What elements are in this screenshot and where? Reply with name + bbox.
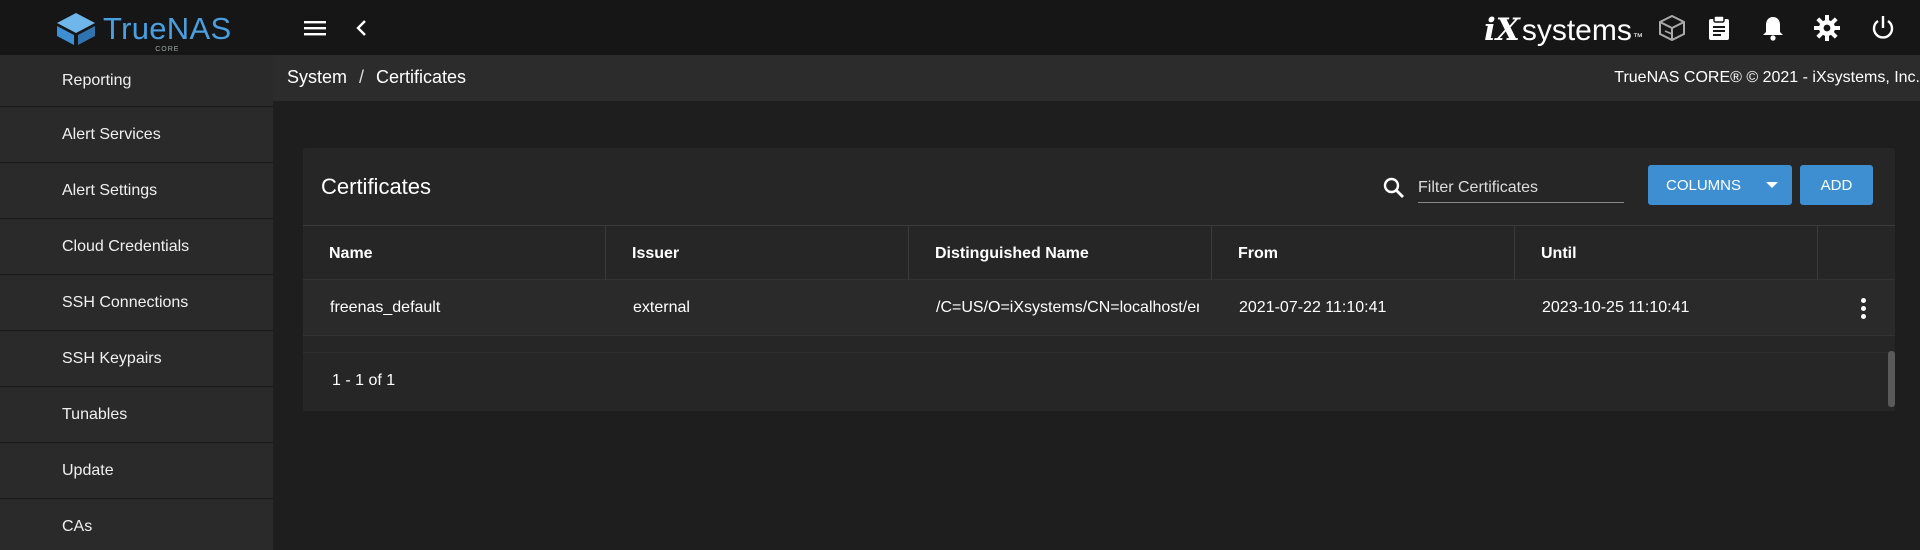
gear-icon xyxy=(1814,15,1840,41)
filter-certificates-field xyxy=(1418,176,1624,203)
sidebar-item-alert-settings[interactable]: Alert Settings xyxy=(0,163,273,219)
bell-icon xyxy=(1763,17,1783,41)
sidebar-item-label: SSH Connections xyxy=(62,293,189,311)
search-icon xyxy=(1382,176,1406,205)
cell-name: freenas_default xyxy=(330,299,441,316)
power-button[interactable] xyxy=(1868,13,1898,43)
column-header-until[interactable]: Until xyxy=(1515,226,1818,281)
sidebar-item-label: Alert Services xyxy=(62,125,161,143)
sidebar-item-ssh-connections[interactable]: SSH Connections xyxy=(0,275,273,331)
sidebar-item-ssh-keypairs[interactable]: SSH Keypairs xyxy=(0,331,273,387)
sidebar-item-cloud-credentials[interactable]: Cloud Credentials xyxy=(0,219,273,275)
pagination-range: 1 - 1 of 1 xyxy=(332,372,396,389)
certificates-card: Certificates COLUMNS ADD Name Issuer Dis… xyxy=(303,148,1895,411)
page-header: System / Certificates TrueNAS CORE® © 2021… xyxy=(273,55,1920,101)
cell-issuer: external xyxy=(633,299,690,316)
columns-button[interactable]: COLUMNS xyxy=(1648,165,1792,205)
truenas-logo[interactable]: TrueNAS CORE xyxy=(55,9,232,53)
filter-certificates-input[interactable] xyxy=(1418,179,1618,197)
settings-button[interactable] xyxy=(1812,13,1842,43)
sidebar-item-tunables[interactable]: Tunables xyxy=(0,387,273,443)
cell-distinguished-name: /C=US/O=iXsystems/CN=localhost/emailAddr… xyxy=(936,299,1199,316)
sidebar-item-cas[interactable]: CAs xyxy=(0,499,273,550)
column-header-distinguished-name[interactable]: Distinguished Name xyxy=(909,226,1212,281)
breadcrumb-system[interactable]: System xyxy=(287,67,347,87)
breadcrumb-current: Certificates xyxy=(376,67,467,87)
table-footer: 1 - 1 of 1 xyxy=(303,352,1895,411)
table-row[interactable]: freenas_default external /C=US/O=iXsyste… xyxy=(303,280,1895,336)
sidebar-item-alert-services[interactable]: Alert Services xyxy=(0,107,273,163)
page-title: Certificates xyxy=(321,174,432,199)
truecommand-icon xyxy=(1659,15,1685,41)
column-header-from[interactable]: From xyxy=(1212,226,1515,281)
back-button[interactable] xyxy=(347,13,377,43)
sidebar-item-label: CAs xyxy=(62,517,93,535)
vertical-scrollbar[interactable] xyxy=(1888,351,1895,407)
sidebar-item-label: Alert Settings xyxy=(62,181,158,199)
sidebar-item-update[interactable]: Update xyxy=(0,443,273,499)
cell-until: 2023-10-25 11:10:41 xyxy=(1542,299,1690,316)
top-bar: TrueNAS CORE iX systems ™ xyxy=(0,0,1920,55)
task-manager-button[interactable] xyxy=(1704,13,1734,43)
clipboard-icon xyxy=(1709,15,1729,40)
column-header-name[interactable]: Name xyxy=(303,226,606,281)
breadcrumb: System / Certificates xyxy=(287,67,466,88)
cell-from: 2021-07-22 11:10:41 xyxy=(1239,299,1387,316)
sidebar-item-reporting[interactable]: Reporting xyxy=(0,55,273,107)
logo-sub: CORE xyxy=(155,46,180,53)
hamburger-icon xyxy=(304,21,326,36)
sidebar-item-label: Tunables xyxy=(62,405,128,423)
ixsystems-logo[interactable]: iX systems ™ xyxy=(1484,12,1643,48)
sidebar-item-label: Update xyxy=(62,461,114,479)
add-button[interactable]: ADD xyxy=(1800,165,1873,205)
sidebar-item-label: Reporting xyxy=(62,71,132,89)
sidebar-item-label: Cloud Credentials xyxy=(62,237,190,255)
table-header: Name Issuer Distinguished Name From Unti… xyxy=(303,225,1895,281)
column-header-issuer[interactable]: Issuer xyxy=(606,226,909,281)
copyright-text: TrueNAS CORE® © 2021 - iXsystems, Inc. xyxy=(1614,69,1920,86)
columns-label: COLUMNS xyxy=(1666,176,1742,194)
sidebar-item-label: SSH Keypairs xyxy=(62,349,162,367)
systems-text: systems xyxy=(1521,14,1632,47)
truenas-logo-icon xyxy=(57,13,95,45)
caret-down-icon xyxy=(1766,182,1778,188)
alerts-button[interactable] xyxy=(1758,13,1788,43)
truecommand-button[interactable] xyxy=(1657,13,1687,43)
power-icon xyxy=(1872,16,1894,39)
trademark-mark: ™ xyxy=(1632,32,1643,43)
menu-toggle-button[interactable] xyxy=(300,13,330,43)
chevron-left-icon xyxy=(356,20,366,36)
row-actions-menu-icon[interactable] xyxy=(1851,294,1875,322)
sidebar: Reporting Alert Services Alert Settings … xyxy=(0,55,273,550)
ix-mark: iX xyxy=(1484,12,1520,48)
logo-text: TrueNAS CORE xyxy=(103,11,232,53)
breadcrumb-separator: / xyxy=(359,67,365,87)
